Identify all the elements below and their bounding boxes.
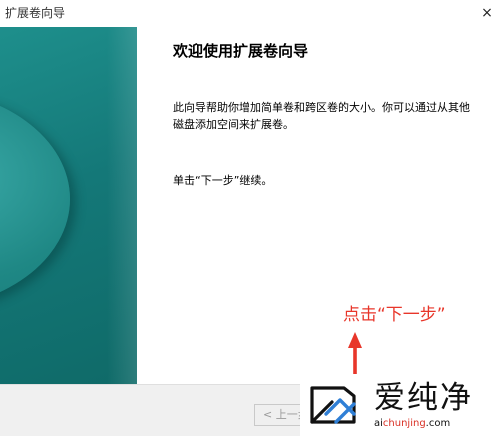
continue-hint: 单击“下一步”继续。 [173,174,273,187]
page-title: 欢迎使用扩展卷向导 [173,42,309,60]
extend-volume-wizard-window: 扩展卷向导 × 欢迎使用扩展卷向导 此向导帮助你增加简单卷和跨区卷的大小。你可以… [0,0,500,436]
wizard-description: 此向导帮助你增加简单卷和跨区卷的大小。你可以通过从其他磁盘添加空间来扩展卷。 [173,101,470,131]
window-title: 扩展卷向导 [5,6,66,20]
brand-logo-icon [310,386,356,424]
brand-url-prefix: ai [374,418,383,429]
brand-url-highlight: chunjing [382,418,426,429]
brand-url: aichunjing.com [374,417,450,431]
banner-decoration [0,89,70,309]
arrow-up-icon [348,332,362,374]
title-bar: 扩展卷向导 × [0,0,500,26]
wizard-side-banner [0,27,137,384]
wizard-content: 欢迎使用扩展卷向导 此向导帮助你增加简单卷和跨区卷的大小。你可以通过从其他磁盘添… [137,27,500,384]
banner-edge-glow [107,27,137,384]
watermark: 爱纯净 aichunjing.com [300,378,500,436]
brand-name: 爱纯净 [374,380,473,416]
annotation-label: 点击“下一步” [343,305,446,325]
brand-url-suffix: .com [425,418,451,429]
close-button[interactable]: × [474,0,500,26]
